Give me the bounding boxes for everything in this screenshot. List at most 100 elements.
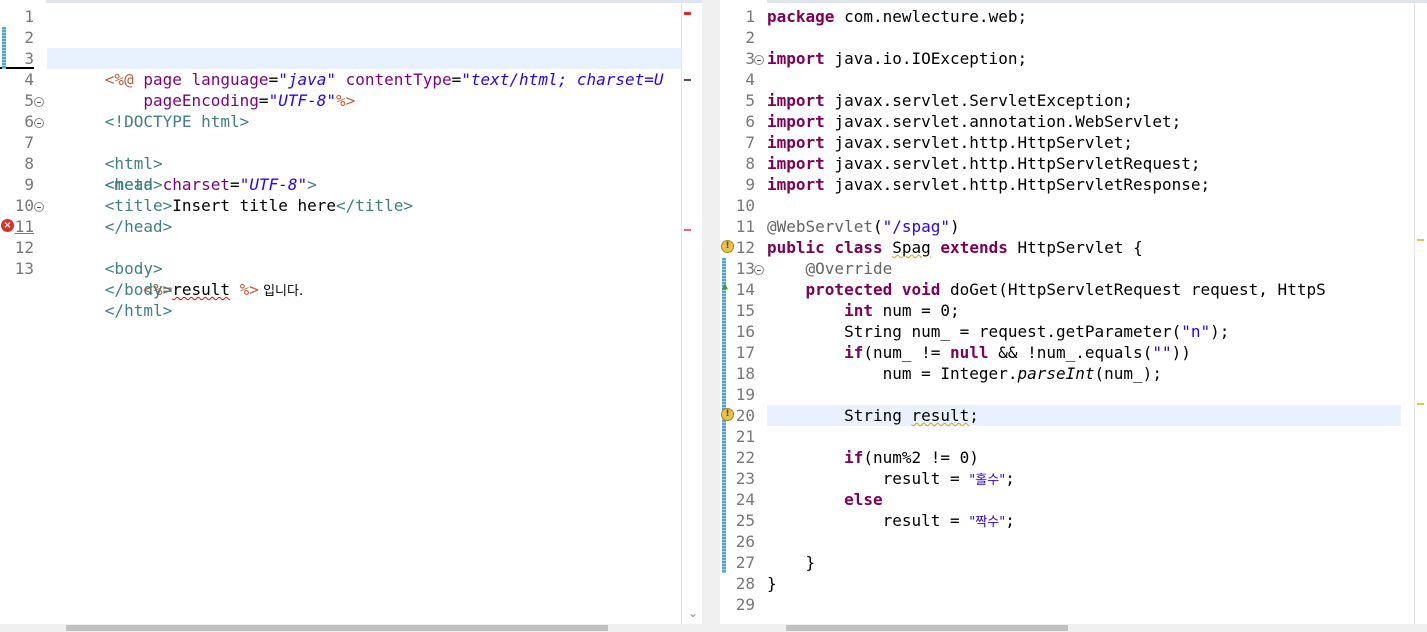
code-line[interactable]: 1 package com.newlecture.web; [745, 6, 1401, 27]
code-area[interactable]: 1 package com.newlecture.web; 2 3 import j… [721, 6, 1401, 615]
code-line[interactable]: 2 pageEncoding="UTF-8"%> [2, 27, 682, 110]
line-number: 7 [24, 133, 34, 152]
code-text: doGet(HttpServletRequest request, HttpS [940, 280, 1326, 299]
code-line[interactable]: 5 import javax.servlet.ServletException; [745, 90, 1401, 111]
line-number: 9 [745, 175, 755, 194]
code-line[interactable]: 23 result = "홀수"; [722, 468, 1401, 489]
code-line[interactable]: 27 } [722, 552, 1401, 573]
code-line-current[interactable]: 3 [0, 48, 682, 69]
horizontal-scrollbar[interactable] [720, 624, 1427, 632]
code-line[interactable]: 13 @Override [722, 258, 1401, 279]
code-text: (num_ != [863, 343, 951, 362]
fold-collapse-icon[interactable] [34, 97, 44, 107]
code-line[interactable]: 9 </head> [24, 174, 682, 236]
code-line[interactable]: 26 [722, 531, 1401, 552]
code-line[interactable]: 5 <html> [24, 90, 682, 173]
warning-icon[interactable]: ! [721, 408, 734, 421]
code-line[interactable]: 8 import javax.servlet.http.HttpServletRe… [745, 153, 1401, 174]
code-line[interactable]: 15 int num = 0; [722, 300, 1401, 321]
code-line[interactable]: 4 <!DOCTYPE html> [24, 69, 682, 131]
code-line[interactable]: 10 [736, 195, 1401, 216]
unresolved-variable: result [172, 280, 231, 299]
keyword: if [844, 343, 864, 362]
code-area[interactable]: 1 <%@ page language="java" contentType="… [0, 6, 682, 320]
scroll-down-icon[interactable]: ⌄ [688, 606, 698, 620]
code-line[interactable]: 14 ▲ protected void doGet(HttpServletRequ… [722, 279, 1401, 300]
html-tag: </html> [104, 301, 173, 320]
warning-marker[interactable] [1417, 403, 1424, 405]
code-text: com.newlecture.web; [834, 7, 1028, 26]
overview-ruler[interactable] [681, 3, 694, 632]
line-number: 4 [24, 70, 34, 89]
error-marker[interactable] [684, 229, 691, 231]
code-line[interactable]: 22 if(num%2 != 0) [722, 447, 1401, 468]
code-line[interactable]: 1 <%@ page language="java" contentType="… [24, 6, 682, 89]
keyword: class [834, 238, 883, 257]
code-line[interactable]: 21 [722, 426, 1401, 447]
keyword: public [767, 238, 825, 257]
code-line[interactable]: 25 result = "짝수"; [722, 510, 1401, 531]
java-editor-pane[interactable]: 1 package com.newlecture.web; 2 3 import j… [720, 0, 1427, 632]
code-text: result = [882, 511, 970, 530]
code-text: javax.servlet.http.HttpServletRequest; [824, 154, 1201, 173]
keyword: protected [805, 280, 893, 299]
code-line[interactable]: 28} [736, 573, 1401, 594]
override-triangle-icon[interactable]: ▲ [722, 282, 732, 292]
error-marker[interactable] [684, 12, 691, 15]
line-number: 5 [24, 91, 34, 110]
fold-collapse-icon[interactable] [754, 265, 764, 275]
code-line[interactable]: 16 String num_ = request.getParameter("n… [722, 321, 1401, 342]
editor-split-divider[interactable] [702, 0, 720, 632]
error-icon[interactable]: × [1, 219, 14, 232]
static-text: 입니다. [258, 284, 304, 299]
code-line[interactable]: 3 import java.io.IOException; [745, 48, 1401, 69]
code-line[interactable]: 7 import javax.servlet.http.HttpServlet; [745, 132, 1401, 153]
line-number: 6 [24, 112, 34, 131]
line-number: 10 [14, 196, 34, 215]
horizontal-scrollbar[interactable] [0, 624, 702, 632]
code-line[interactable]: 12! public class Spag extends HttpServlet… [721, 237, 1401, 258]
code-text: } [805, 553, 816, 572]
code-text: javax.servlet.ServletException; [824, 91, 1134, 110]
scrollbar-thumb[interactable] [66, 625, 608, 631]
code-line[interactable]: 29 [736, 594, 1401, 615]
jsp-expression-close: %> [239, 280, 259, 299]
warning-icon[interactable]: ! [721, 240, 734, 253]
code-line[interactable]: 6 <head> [24, 111, 682, 194]
fold-collapse-icon[interactable] [34, 118, 44, 128]
fold-collapse-icon[interactable] [754, 55, 764, 65]
change-marker [722, 321, 726, 342]
keyword: import [767, 91, 825, 110]
code-line[interactable]: 11 @WebServlet("/spag") [736, 216, 1401, 237]
keyword: import [767, 175, 825, 194]
code-text: ) [950, 217, 960, 236]
code-text: javax.servlet.http.HttpServletResponse; [824, 175, 1211, 194]
code-line[interactable]: 12 </body> [15, 237, 682, 299]
line-number: 29 [735, 595, 755, 614]
code-line[interactable]: 10 <body> [15, 195, 682, 278]
jsp-editor-pane[interactable]: 1 <%@ page language="java" contentType="… [0, 0, 702, 632]
code-line[interactable]: 13 </html> [15, 258, 682, 320]
code-line[interactable]: 9 import javax.servlet.http.HttpServletRe… [745, 174, 1401, 195]
fold-collapse-icon[interactable] [34, 202, 44, 212]
line-number: 7 [745, 133, 755, 152]
string-literal: "/spag" [882, 217, 951, 236]
overview-ruler[interactable] [1414, 3, 1427, 632]
warning-marker[interactable] [1417, 239, 1424, 241]
code-line-error[interactable]: 11 × <%=result %> 입니다. [1, 216, 682, 299]
change-marker [722, 300, 726, 321]
code-line-current[interactable]: 20! String result; [721, 405, 1401, 426]
code-text: result = [882, 469, 970, 488]
code-line[interactable]: 24 else [722, 489, 1401, 510]
change-marker [2, 27, 6, 48]
scrollbar-thumb[interactable] [786, 625, 1068, 631]
code-line[interactable]: 18 num = Integer.parseInt(num_); [722, 363, 1401, 384]
ruler-marker[interactable] [684, 79, 691, 81]
code-line[interactable]: 7 <meta charset="UTF-8"> [24, 132, 682, 194]
code-line[interactable]: 4 [745, 69, 1401, 90]
code-line[interactable]: 6 import javax.servlet.annotation.WebServ… [745, 111, 1401, 132]
code-line[interactable]: 19 [722, 384, 1401, 405]
code-line[interactable]: 8 <title>Insert title here</title> [24, 153, 682, 215]
code-line[interactable]: 17 if(num_ != null && !num_.equals("")) [722, 342, 1401, 363]
code-line[interactable]: 2 [745, 27, 1401, 48]
